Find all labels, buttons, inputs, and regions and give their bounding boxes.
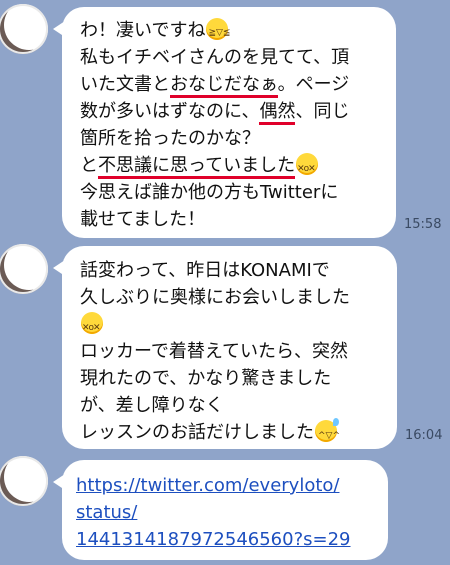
message-bubble[interactable]: 話変わって、昨日はKONAMIで 久しぶりに奥様にお会いしました ロッカーで着替…: [53, 246, 397, 450]
underlined-text: おなじだなぁ: [170, 74, 278, 98]
message-link[interactable]: status/: [76, 499, 388, 526]
dizzy-face-icon: [296, 153, 319, 183]
message-line: 私もイチベイさんのを見てて、頂: [80, 47, 350, 68]
message-timestamp: 16:04: [405, 428, 443, 443]
message-line: 久しぶりに奥様にお会いしました: [80, 287, 350, 308]
message-line: と不思議に思っていました: [80, 152, 396, 183]
message-bubble[interactable]: わ！凄いですね 私もイチベイさんのを見てて、頂 いた文書とおなじだなぁ。ページ …: [53, 7, 396, 238]
dizzy-face-icon: [81, 312, 103, 342]
message-link[interactable]: 1441314187972546560?s=29: [76, 526, 388, 553]
underlined-text: 不思議に思っていました: [98, 155, 296, 179]
message-line: 数が多いはずなのに、偶然、同じ: [80, 98, 396, 125]
message-line: 載せてました！: [80, 209, 206, 230]
message-line: 現れたので、かなり驚きました: [80, 368, 332, 389]
grinning-squinting-face-icon: [206, 18, 230, 47]
message-link[interactable]: https://twitter.com/everyloto/: [76, 472, 388, 499]
message-timestamp: 15:58: [404, 217, 442, 232]
message-line: わ！凄いですね: [80, 17, 396, 47]
message-bubble[interactable]: https://twitter.com/everyloto/ status/ 1…: [53, 460, 388, 560]
message-line: 話変わって、昨日はKONAMIで: [80, 260, 330, 281]
sender-avatar[interactable]: [0, 4, 48, 54]
message-line: [80, 311, 397, 342]
message-line: が、差し障りなく: [80, 395, 224, 416]
sender-avatar[interactable]: [0, 244, 48, 294]
message-line: 箇所を拾ったのかな？: [80, 128, 260, 149]
underlined-text: 偶然: [259, 101, 296, 125]
message-line: いた文書とおなじだなぁ。ページ: [80, 71, 396, 98]
message-line: レッスンのお話だけしました: [80, 418, 397, 450]
sender-avatar[interactable]: [0, 456, 48, 506]
message-line: 今思えば誰か他の方もTwitterに: [80, 182, 339, 203]
grinning-sweat-face-icon: [315, 418, 340, 450]
message-line: ロッカーで着替えていたら、突然: [80, 341, 349, 362]
